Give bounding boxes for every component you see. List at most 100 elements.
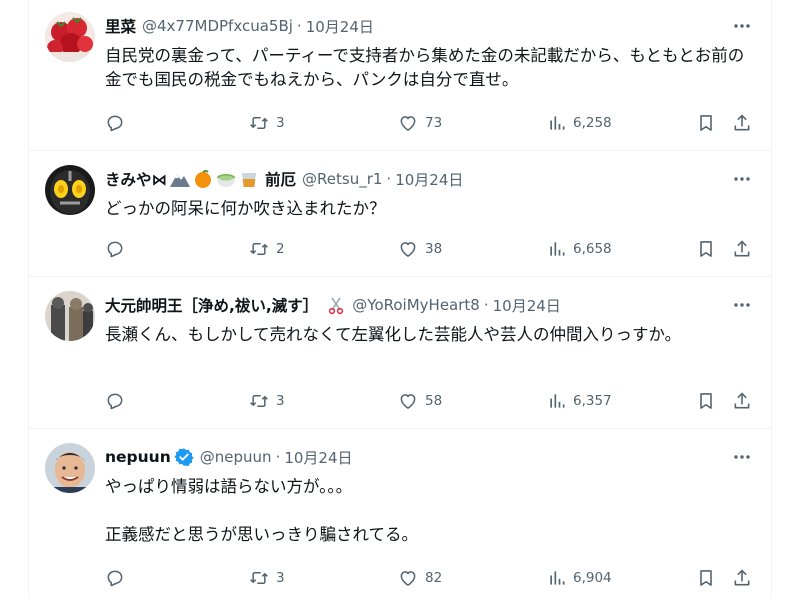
reply-icon [107,570,123,587]
like-count: 82 [425,570,443,586]
separator-dot: · [483,296,489,314]
verified-badge-icon [174,447,194,467]
tweet-actions: 3 58 6,357 [105,388,755,414]
avatar[interactable] [45,12,95,62]
reply-button[interactable] [105,236,131,262]
tweet-text: 長瀬くん、もしかして売れなくて左翼化した芸能人や芸人の仲間入りっすか。 [105,325,682,344]
reply-button[interactable] [105,565,131,591]
like-count: 73 [425,115,443,131]
display-name[interactable]: 大元帥明王［浄め,祓い,滅す］ [105,294,318,316]
more-icon[interactable] [729,15,755,37]
more-icon[interactable] [729,446,755,468]
heart-icon [400,571,416,586]
reply-icon [107,393,123,410]
more-icon[interactable] [729,294,755,316]
reply-icon [107,115,123,132]
timeline-feed: 里菜 @4x77MDPfxcua5Bj · 10月24日 自民党の裏金って、パー… [28,0,772,598]
views-count: 6,357 [573,393,612,409]
matcha-icon [215,169,237,189]
like-count: 58 [425,393,443,409]
retweet-count: 3 [276,570,285,586]
display-name[interactable]: きみや⋈ [105,168,167,190]
views-count: 6,658 [573,241,612,257]
reply-button[interactable] [105,110,131,136]
tweet-date[interactable]: 10月24日 [284,447,352,468]
whisky-icon [239,169,259,189]
tweet-actions: 3 82 6,904 [105,565,755,591]
user-handle[interactable]: @4x77MDPfxcua5Bj [142,17,293,35]
heart-icon [400,242,416,257]
retweet-count: 3 [276,115,285,131]
heart-icon [400,394,416,409]
retweet-button[interactable]: 3 [248,565,285,591]
tweet-header: 里菜 @4x77MDPfxcua5Bj · 10月24日 [105,15,755,37]
orange-icon [193,169,213,189]
retweet-icon [250,243,268,255]
like-count: 38 [425,241,443,257]
tweet-text: 自民党の裏金って、パーティーで支持者から集めた金の未記載だから、もともとお前の金… [105,46,745,89]
reply-button[interactable] [105,388,131,414]
tweet-date[interactable]: 10月24日 [306,16,374,37]
tweet-text: どっかの阿呆に何か吹き込まれたか？ [105,199,386,218]
share-icon[interactable] [729,236,755,262]
retweet-button[interactable]: 3 [248,388,285,414]
tweet-actions: 2 38 6,658 [105,236,755,262]
retweet-icon [250,395,268,407]
views-button[interactable]: 6,658 [547,236,612,262]
tweet[interactable]: 里菜 @4x77MDPfxcua5Bj · 10月24日 自民党の裏金って、パー… [29,0,771,151]
bookmark-icon[interactable] [693,236,719,262]
views-button[interactable]: 6,357 [547,388,612,414]
retweet-icon [250,117,268,129]
views-icon [550,116,565,130]
tweet-actions: 3 73 6,258 [105,110,755,136]
views-icon [550,571,565,585]
tweet-date[interactable]: 10月24日 [493,295,561,316]
share-icon[interactable] [729,388,755,414]
views-icon [550,242,565,256]
like-button[interactable]: 58 [397,388,442,414]
mountain-icon [169,170,191,188]
separator-dot: · [296,17,302,35]
share-icon[interactable] [729,110,755,136]
like-button[interactable]: 82 [397,565,442,591]
separator-dot: · [275,448,281,466]
retweet-button[interactable]: 2 [248,236,285,262]
user-handle[interactable]: @YoRoiMyHeart8 [352,296,480,314]
tweet-header: 大元帥明王［浄め,祓い,滅す］ @YoRoiMyHeart8 · 10月24日 [105,294,755,316]
tweet-date[interactable]: 10月24日 [395,169,463,190]
retweet-count: 3 [276,393,285,409]
tweet-header: nepuun @nepuun · 10月24日 [105,446,755,468]
avatar[interactable] [45,443,95,493]
avatar[interactable] [45,291,95,341]
avatar[interactable] [45,165,95,215]
separator-dot: · [386,170,392,188]
tweet[interactable]: 大元帥明王［浄め,祓い,滅す］ @YoRoiMyHeart8 · 10月24日 … [29,277,771,429]
retweet-icon [250,572,268,584]
views-button[interactable]: 6,904 [547,565,612,591]
share-icon[interactable] [729,565,755,591]
display-name[interactable]: nepuun [105,448,171,466]
views-count: 6,904 [573,570,612,586]
bookmark-icon[interactable] [693,110,719,136]
tweet[interactable]: nepuun @nepuun · 10月24日 やっぱり情弱は語らない方が。。。… [29,429,771,598]
reply-icon [107,241,123,258]
scissors-icon [326,295,346,315]
display-name-suffix[interactable]: 前厄 [265,168,296,190]
more-icon[interactable] [729,168,755,190]
retweet-button[interactable]: 3 [248,110,285,136]
views-icon [550,394,565,408]
retweet-count: 2 [276,241,285,257]
user-handle[interactable]: @Retsu_r1 [302,170,382,188]
tweet-header: きみや⋈ 前厄 @Retsu_r1 · 10月24日 [105,168,755,190]
bookmark-icon[interactable] [693,388,719,414]
views-count: 6,258 [573,115,612,131]
like-button[interactable]: 73 [397,110,442,136]
display-name[interactable]: 里菜 [105,15,136,37]
like-button[interactable]: 38 [397,236,442,262]
bookmark-icon[interactable] [693,565,719,591]
tweet[interactable]: きみや⋈ 前厄 @Retsu_r1 · 10月24日 どっかの阿呆に何か吹き込ま… [29,151,771,277]
views-button[interactable]: 6,258 [547,110,612,136]
tweet-text: やっぱり情弱は語らない方が。。。 正義感だと思うが思いっきり騙されてる。 [105,477,419,544]
user-handle[interactable]: @nepuun [200,448,272,466]
heart-icon [400,116,416,131]
